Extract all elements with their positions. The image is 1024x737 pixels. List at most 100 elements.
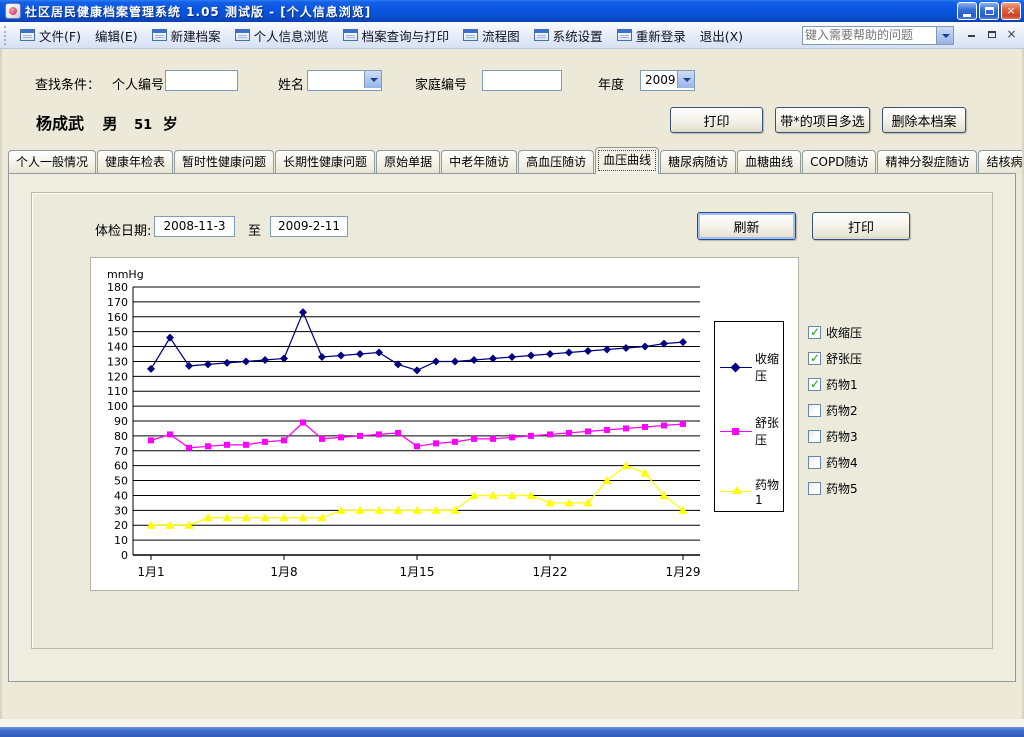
help-dropdown-arrow-icon[interactable] xyxy=(936,27,953,44)
series-checkbox-row: 药物5 xyxy=(808,482,862,495)
checked-checkbox[interactable] xyxy=(808,378,821,391)
svg-text:mmHg: mmHg xyxy=(107,268,144,281)
menu-item[interactable]: 重新登录 xyxy=(610,23,693,48)
tab-原始单据[interactable]: 原始单据 xyxy=(376,150,440,174)
mdi-minimize-icon xyxy=(968,35,975,37)
year-combobox[interactable]: 2009 xyxy=(640,70,695,91)
tab-健康年检表[interactable]: 健康年检表 xyxy=(97,150,173,174)
mdi-restore-button[interactable] xyxy=(983,27,1000,43)
tab-糖尿病随访[interactable]: 糖尿病随访 xyxy=(660,150,736,174)
legend-item: 舒张压 xyxy=(720,414,783,448)
title-bar: 社区居民健康档案管理系统 1.05 测试版 - [个人信息浏览] × xyxy=(0,0,1024,22)
svg-text:0: 0 xyxy=(121,549,128,562)
year-dropdown-arrow-icon[interactable] xyxy=(677,71,694,88)
legend-line-sample xyxy=(720,367,752,368)
application-window: { "window": { "title": "社区居民健康档案管理系统 1.0… xyxy=(0,0,1024,737)
family-id-input[interactable] xyxy=(482,70,562,91)
svg-text:140: 140 xyxy=(107,341,128,354)
name-dropdown-arrow-icon[interactable] xyxy=(364,71,381,88)
mdi-minimize-button[interactable] xyxy=(963,27,980,43)
close-button[interactable]: × xyxy=(1001,2,1021,20)
svg-text:30: 30 xyxy=(114,504,128,517)
tab-中老年随访[interactable]: 中老年随访 xyxy=(441,150,517,174)
form-icon xyxy=(235,29,250,41)
legend-item: 药物1 xyxy=(720,476,783,507)
menu-item-label: 个人信息浏览 xyxy=(254,26,329,45)
window-bottom-border xyxy=(0,727,1024,737)
series-checkbox-row: 舒张压 xyxy=(808,352,862,365)
tab-个人一般情况[interactable]: 个人一般情况 xyxy=(8,150,96,174)
tab-血糖曲线[interactable]: 血糖曲线 xyxy=(737,150,801,174)
patient-summary: 杨成武 男 51 岁 xyxy=(36,110,178,134)
tab-血压曲线[interactable]: 血压曲线 xyxy=(595,147,659,174)
unchecked-checkbox[interactable] xyxy=(808,404,821,417)
menu-item[interactable]: 新建档案 xyxy=(145,23,228,48)
form-icon xyxy=(343,29,358,41)
panel-print-button[interactable]: 打印 xyxy=(812,212,910,240)
minimize-icon xyxy=(963,14,971,17)
tab-COPD随访[interactable]: COPD随访 xyxy=(802,150,876,174)
menu-item[interactable]: 流程图 xyxy=(456,23,527,48)
menu-item[interactable]: 档案查询与打印 xyxy=(336,23,457,48)
menu-item[interactable]: 文件(F) xyxy=(13,23,88,48)
search-prefix-label: 查找条件： xyxy=(35,74,100,93)
series-checkbox-row: 药物3 xyxy=(808,430,862,443)
delete-record-button[interactable]: 删除本档案 xyxy=(882,107,966,133)
refresh-button[interactable]: 刷新 xyxy=(697,212,796,240)
tab-暂时性健康问题[interactable]: 暂时性健康问题 xyxy=(174,150,274,174)
svg-text:1月29: 1月29 xyxy=(666,565,701,579)
multi-select-button[interactable]: 带*的项目多选 xyxy=(775,107,870,133)
date-to-label: 至 xyxy=(248,220,261,239)
checked-checkbox[interactable] xyxy=(808,326,821,339)
unchecked-checkbox[interactable] xyxy=(808,430,821,443)
menu-item[interactable]: 个人信息浏览 xyxy=(228,23,336,48)
help-search-box[interactable] xyxy=(802,26,954,45)
menu-item-label: 系统设置 xyxy=(553,26,603,45)
svg-text:180: 180 xyxy=(107,281,128,294)
tab-高血压随访[interactable]: 高血压随访 xyxy=(518,150,594,174)
tab-精神分裂症随访[interactable]: 精神分裂症随访 xyxy=(877,150,977,174)
name-combobox[interactable] xyxy=(307,70,382,91)
unchecked-checkbox[interactable] xyxy=(808,482,821,495)
unchecked-checkbox[interactable] xyxy=(808,456,821,469)
restore-button[interactable] xyxy=(979,2,999,20)
checked-checkbox[interactable] xyxy=(808,352,821,365)
date-from-input[interactable]: 2008-11-3 xyxy=(154,216,235,237)
toolbar-grip[interactable] xyxy=(4,26,8,45)
menu-item[interactable]: 系统设置 xyxy=(527,23,610,48)
checkbox-label: 药物5 xyxy=(826,480,858,497)
patient-age-unit: 岁 xyxy=(163,115,178,133)
menu-item[interactable]: 退出(X) xyxy=(693,23,750,48)
minimize-button[interactable] xyxy=(957,2,977,20)
form-icon xyxy=(534,29,549,41)
svg-text:40: 40 xyxy=(114,489,128,502)
legend-item: 收缩压 xyxy=(720,350,783,384)
svg-text:20: 20 xyxy=(114,519,128,532)
help-search-input[interactable] xyxy=(805,28,933,43)
svg-text:160: 160 xyxy=(107,311,128,324)
date-to-input[interactable]: 2009-2-11 xyxy=(270,216,348,237)
personal-id-input[interactable] xyxy=(165,70,238,91)
bp-curve-panel: 体检日期: 2008-11-3 至 2009-2-11 刷新 打印 010203… xyxy=(31,192,993,649)
menu-item[interactable]: 编辑(E) xyxy=(88,23,145,48)
mdi-close-button[interactable]: × xyxy=(1003,27,1020,43)
menu-items: 文件(F) 编辑(E)新建档案 个人信息浏览 档案查询与打印流程图 系统设置重新登录退出… xyxy=(13,23,794,48)
print-button[interactable]: 打印 xyxy=(670,107,763,133)
tab-结核病随访[interactable]: 结核病随访 xyxy=(978,150,1024,174)
svg-text:50: 50 xyxy=(114,475,128,488)
svg-text:1月22: 1月22 xyxy=(533,565,568,579)
legend-square-icon xyxy=(732,428,739,435)
year-label: 年度 xyxy=(598,74,624,93)
svg-text:100: 100 xyxy=(107,400,128,413)
series-checkbox-row: 药物1 xyxy=(808,378,862,391)
tab-长期性健康问题[interactable]: 长期性健康问题 xyxy=(275,150,375,174)
legend-label: 药物1 xyxy=(755,476,783,507)
menu-item-label: 文件(F) xyxy=(39,26,81,45)
family-id-label: 家庭编号 xyxy=(415,74,467,93)
name-label: 姓名 xyxy=(278,74,304,93)
legend-diamond-icon xyxy=(731,363,741,373)
menu-item-label: 档案查询与打印 xyxy=(362,26,450,45)
series-checkbox-row: 药物4 xyxy=(808,456,862,469)
bp-line-chart: 0102030405060708090100110120130140150160… xyxy=(91,258,798,590)
series-checkbox-row: 收缩压 xyxy=(808,326,862,339)
